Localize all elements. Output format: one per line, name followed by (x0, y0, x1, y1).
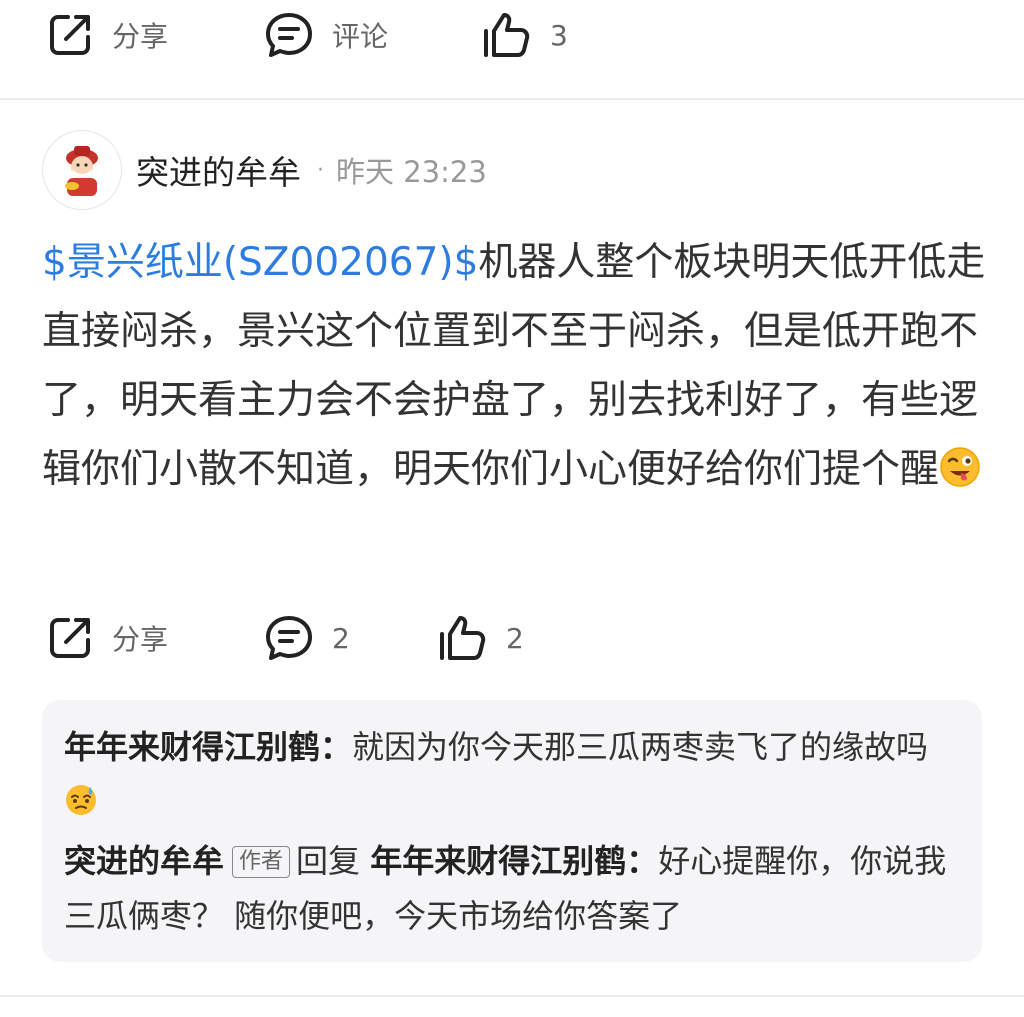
comment-icon (266, 13, 312, 57)
post-header: 突进的牟牟 · 昨天 23:23 (42, 130, 487, 210)
username[interactable]: 突进的牟牟 (136, 146, 301, 194)
winking-face-with-tongue-icon (940, 447, 980, 487)
comment-count: 2 (332, 621, 350, 655)
comment-author[interactable]: 突进的牟牟 (64, 842, 224, 880)
comment-label: 评论 (332, 20, 389, 53)
share-icon (50, 15, 90, 55)
divider (0, 995, 1024, 997)
post-time: 昨天 23:23 (336, 155, 487, 189)
share-label: 分享 (112, 623, 169, 656)
reply-to-author[interactable]: 年年来财得江别鹤： (370, 842, 658, 880)
top-action-bar: 分享 评论 3 (0, 0, 1024, 70)
separator-dot: · (317, 157, 324, 183)
comment-icon (266, 616, 312, 660)
thumbs-up-icon (440, 616, 486, 660)
author-badge: 作者 (232, 846, 291, 878)
like-button[interactable]: 2 (438, 603, 524, 673)
comment-author[interactable]: 年年来财得江别鹤： (64, 728, 352, 766)
share-button[interactable]: 分享 (46, 0, 168, 70)
share-icon (50, 618, 90, 658)
face-with-sweat-icon (66, 785, 96, 815)
share-label: 分享 (112, 20, 169, 53)
divider (0, 98, 1024, 100)
avatar[interactable] (42, 130, 122, 210)
stock-link[interactable]: $景兴纸业(SZ002067)$ (42, 240, 478, 285)
comment-button[interactable]: 2 (264, 603, 350, 673)
like-count: 2 (506, 621, 524, 655)
post-body: $景兴纸业(SZ002067)$机器人整个板块明天低开低走直接闷杀，景兴这个位置… (42, 228, 992, 504)
like-count: 3 (550, 18, 568, 52)
like-button[interactable]: 3 (482, 0, 568, 70)
post-action-bar: 分享 2 2 (0, 603, 1024, 673)
reply-word: 回复 (296, 842, 361, 880)
comments-preview[interactable]: 年年来财得江别鹤：就因为你今天那三瓜两枣卖飞了的缘故吗 突进的牟牟 作者 回复 年年… (42, 700, 982, 962)
thumbs-up-icon (484, 13, 530, 57)
avatar-icon (65, 146, 98, 196)
comment-button[interactable]: 评论 (264, 0, 388, 70)
share-button[interactable]: 分享 (46, 603, 168, 673)
comment-item: 突进的牟牟 作者 回复 年年来财得江别鹤：好心提醒你，你说我三瓜俩枣？ 随你便吧，今… (64, 834, 954, 944)
comment-text: 就因为你今天那三瓜两枣卖飞了的缘故吗 (352, 728, 929, 766)
comment-item: 年年来财得江别鹤：就因为你今天那三瓜两枣卖飞了的缘故吗 (64, 720, 954, 830)
